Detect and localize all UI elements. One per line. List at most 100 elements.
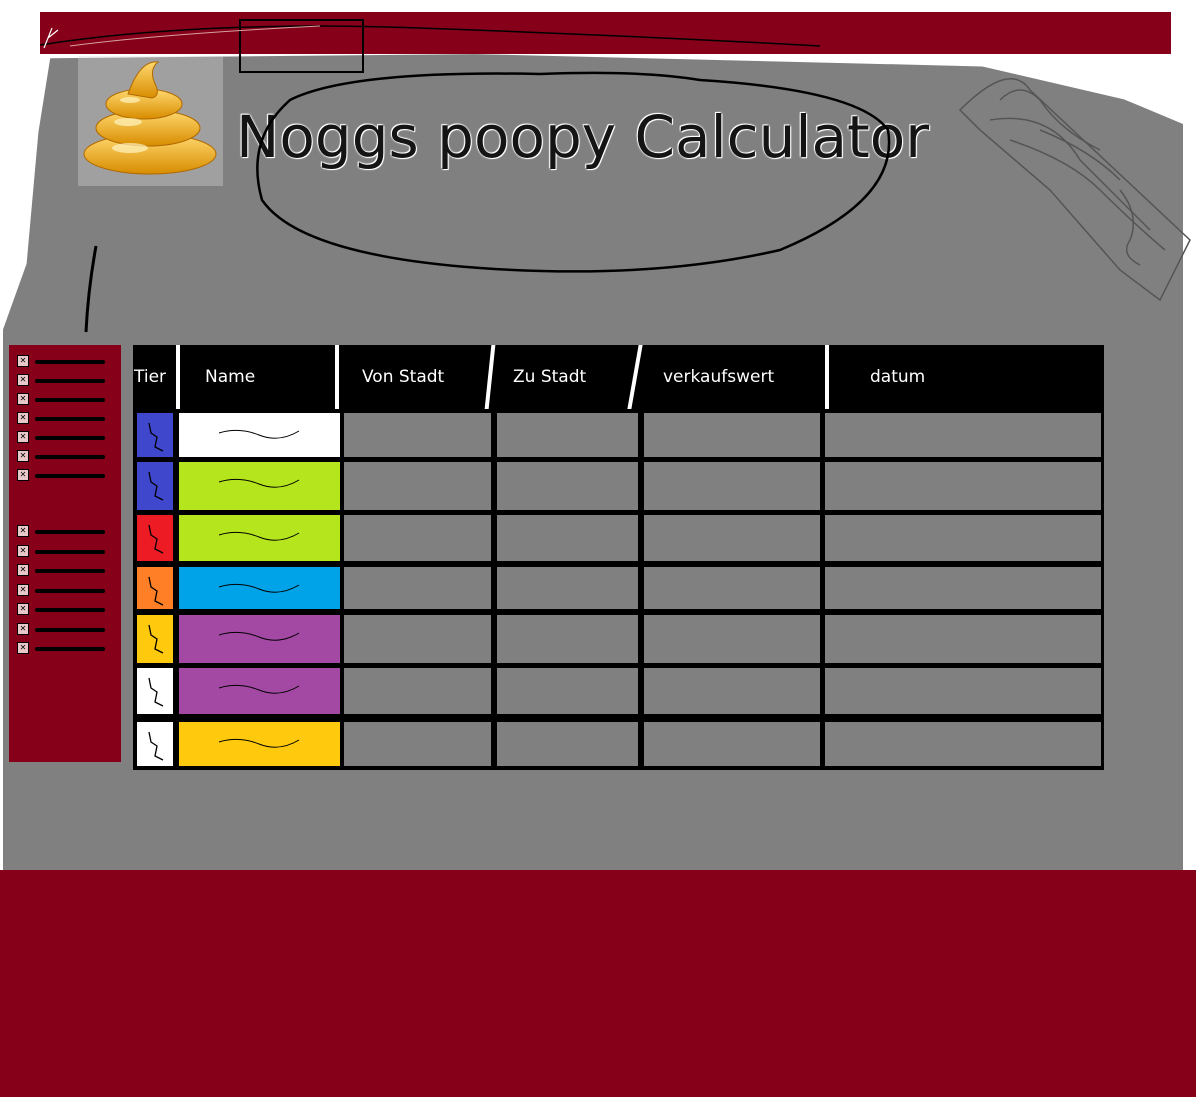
sidebar-item[interactable]: ✕	[17, 603, 109, 617]
datum-cell[interactable]	[825, 515, 1101, 561]
sidebar-item-label-placeholder	[35, 398, 105, 402]
sidebar-item[interactable]: ✕	[17, 583, 109, 598]
von-stadt-cell[interactable]	[344, 413, 491, 457]
von-stadt-cell[interactable]	[344, 615, 491, 663]
checkbox-icon[interactable]: ✕	[17, 431, 29, 443]
sidebar-item[interactable]: ✕	[17, 544, 109, 559]
zu-stadt-cell[interactable]	[497, 668, 638, 714]
column-divider	[627, 345, 643, 409]
von-stadt-cell[interactable]	[344, 722, 491, 766]
tier-scribble	[148, 677, 164, 707]
sidebar-item-label-placeholder	[35, 569, 105, 573]
name-cell[interactable]	[179, 413, 340, 457]
tier-cell[interactable]	[137, 722, 173, 766]
checkbox-icon[interactable]: ✕	[17, 469, 29, 481]
sidebar-item-label-placeholder	[35, 436, 105, 440]
sidebar-item[interactable]: ✕	[17, 431, 109, 445]
checkbox-icon[interactable]: ✕	[17, 355, 29, 367]
column-header-datum[interactable]: datum	[870, 367, 925, 387]
sidebar-item[interactable]: ✕	[17, 412, 109, 426]
zu-stadt-cell[interactable]	[497, 515, 638, 561]
name-scribble	[218, 531, 300, 541]
checkbox-icon[interactable]: ✕	[17, 412, 29, 424]
verkaufswert-cell[interactable]	[644, 722, 820, 766]
datum-cell[interactable]	[825, 567, 1101, 609]
tier-cell[interactable]	[137, 615, 173, 663]
tier-cell[interactable]	[137, 567, 173, 609]
verkaufswert-cell[interactable]	[644, 567, 820, 609]
column-header-tier[interactable]: Tier	[134, 367, 166, 387]
checkbox-icon[interactable]: ✕	[17, 622, 29, 635]
column-header-name[interactable]: Name	[205, 367, 255, 387]
zu-stadt-cell[interactable]	[497, 722, 638, 766]
von-stadt-cell[interactable]	[344, 462, 491, 510]
von-stadt-cell[interactable]	[344, 567, 491, 609]
sidebar-item[interactable]: ✕	[17, 393, 109, 407]
checkbox-icon[interactable]: ✕	[17, 583, 29, 596]
checkbox-icon[interactable]: ✕	[17, 564, 29, 576]
sidebar-item[interactable]: ✕	[17, 469, 109, 483]
column-divider	[484, 345, 496, 409]
column-divider	[335, 345, 339, 409]
column-header-zu-stadt[interactable]: Zu Stadt	[513, 367, 586, 387]
sidebar-item-label-placeholder	[35, 627, 105, 632]
checkbox-icon[interactable]: ✕	[17, 393, 29, 405]
datum-cell[interactable]	[825, 668, 1101, 714]
tier-scribble	[148, 471, 164, 501]
sidebar-item-label-placeholder	[35, 647, 105, 651]
poop-icon	[78, 56, 223, 186]
datum-cell[interactable]	[825, 615, 1101, 663]
checkbox-icon[interactable]: ✕	[17, 544, 29, 557]
tier-scribble	[148, 422, 164, 452]
column-header-verkaufswert[interactable]: verkaufswert	[663, 367, 774, 387]
verkaufswert-cell[interactable]	[644, 413, 820, 457]
sidebar-item-label-placeholder	[35, 608, 105, 612]
app-title: Noggs poopy Calculator	[236, 103, 930, 171]
tier-cell[interactable]	[137, 413, 173, 457]
tier-scribble	[148, 524, 164, 554]
datum-cell[interactable]	[825, 462, 1101, 510]
sidebar-item[interactable]: ✕	[17, 622, 109, 637]
von-stadt-cell[interactable]	[344, 515, 491, 561]
zu-stadt-cell[interactable]	[497, 567, 638, 609]
zu-stadt-cell[interactable]	[497, 615, 638, 663]
sidebar-item-label-placeholder	[35, 474, 105, 478]
sidebar-item[interactable]: ✕	[17, 355, 109, 369]
name-cell[interactable]	[179, 567, 340, 609]
name-cell[interactable]	[179, 515, 340, 561]
sidebar-item[interactable]: ✕	[17, 525, 109, 539]
verkaufswert-cell[interactable]	[644, 462, 820, 510]
name-cell[interactable]	[179, 722, 340, 766]
sidebar-item[interactable]: ✕	[17, 642, 109, 656]
checkbox-icon[interactable]: ✕	[17, 525, 29, 537]
sidebar: ✕ ✕ ✕ ✕ ✕ ✕ ✕ ✕ ✕ ✕ ✕ ✕ ✕ ✕	[9, 345, 121, 762]
tier-cell[interactable]	[137, 515, 173, 561]
sidebar-item[interactable]: ✕	[17, 564, 109, 578]
sidebar-item-label-placeholder	[35, 455, 105, 459]
checkbox-icon[interactable]: ✕	[17, 450, 29, 462]
checkbox-icon[interactable]: ✕	[17, 374, 29, 386]
verkaufswert-cell[interactable]	[644, 515, 820, 561]
tier-scribble	[148, 731, 164, 761]
sidebar-item[interactable]: ✕	[17, 374, 109, 388]
checkbox-icon[interactable]: ✕	[17, 642, 29, 654]
tier-scribble	[148, 624, 164, 654]
datum-cell[interactable]	[825, 722, 1101, 766]
zu-stadt-cell[interactable]	[497, 413, 638, 457]
tier-cell[interactable]	[137, 462, 173, 510]
verkaufswert-cell[interactable]	[644, 668, 820, 714]
checkbox-icon[interactable]: ✕	[17, 603, 29, 615]
name-cell[interactable]	[179, 462, 340, 510]
name-scribble	[218, 684, 300, 694]
zu-stadt-cell[interactable]	[497, 462, 638, 510]
tier-cell[interactable]	[137, 668, 173, 714]
column-header-von-stadt[interactable]: Von Stadt	[362, 367, 444, 387]
sidebar-item[interactable]: ✕	[17, 450, 109, 464]
sidebar-item-label-placeholder	[35, 379, 105, 383]
sidebar-item-label-placeholder	[35, 549, 105, 554]
name-cell[interactable]	[179, 668, 340, 714]
name-cell[interactable]	[179, 615, 340, 663]
von-stadt-cell[interactable]	[344, 668, 491, 714]
verkaufswert-cell[interactable]	[644, 615, 820, 663]
datum-cell[interactable]	[825, 413, 1101, 457]
